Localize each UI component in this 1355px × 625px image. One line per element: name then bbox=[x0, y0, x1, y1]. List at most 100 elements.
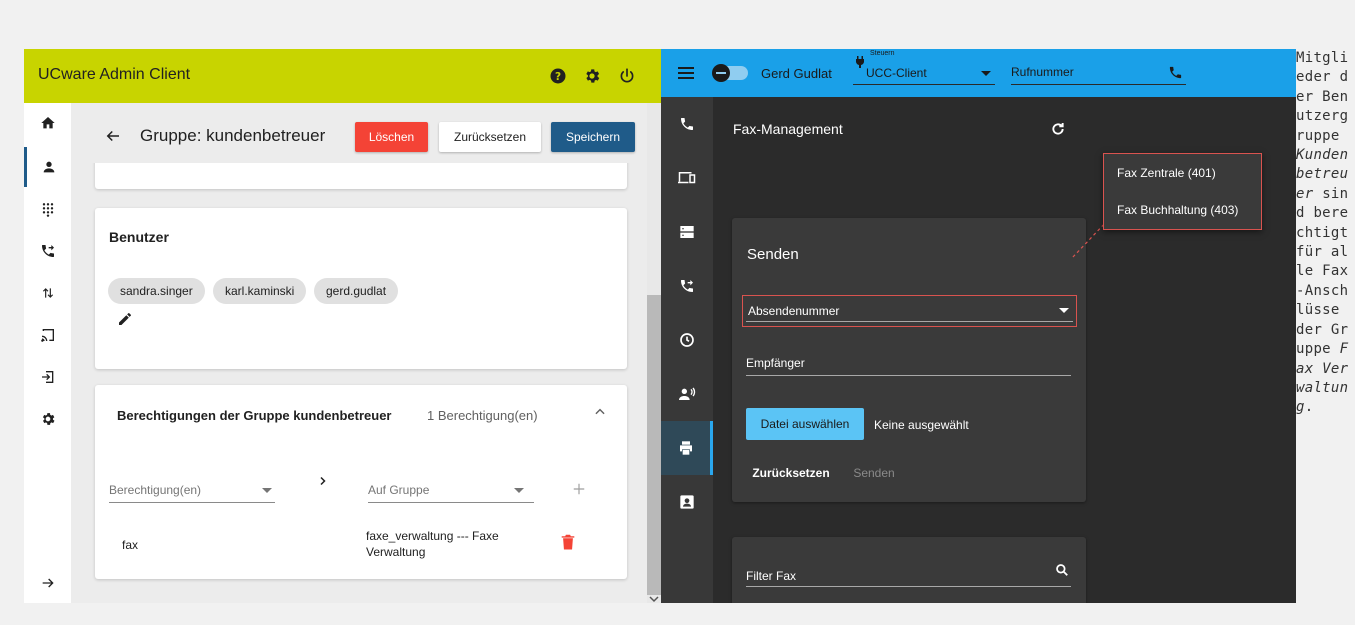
nav-fax[interactable] bbox=[661, 421, 713, 475]
filter-card: Filter Fax bbox=[732, 537, 1086, 603]
permissions-card-title: Berechtigungen der Gruppe kundenbetreuer bbox=[117, 408, 392, 423]
sender-number-dropdown: Fax Zentrale (401) Fax Buchhaltung (403) bbox=[1103, 153, 1262, 230]
caption-before: Mitglieder der Benutzergruppe bbox=[1296, 50, 1349, 144]
menu-button[interactable] bbox=[678, 66, 694, 83]
control-select[interactable]: Steuern UCC-Client bbox=[853, 50, 995, 85]
send-fax-card: Senden Absendenummer Empfänger Datei aus… bbox=[732, 218, 1086, 502]
power-icon[interactable] bbox=[618, 67, 636, 85]
scrollbar[interactable] bbox=[647, 103, 661, 603]
user-chip[interactable]: karl.kaminski bbox=[213, 278, 307, 304]
send-button[interactable]: Senden bbox=[842, 458, 906, 488]
nav-forwarding[interactable] bbox=[661, 259, 713, 313]
delete-permission-button[interactable] bbox=[561, 534, 575, 554]
scrollbar-thumb[interactable] bbox=[647, 295, 661, 595]
user-chip[interactable]: sandra.singer bbox=[108, 278, 205, 304]
dropdown-option[interactable]: Fax Zentrale (401) bbox=[1117, 166, 1216, 180]
chevron-right-icon bbox=[317, 474, 329, 491]
refresh-button[interactable] bbox=[1050, 121, 1066, 140]
reset-button[interactable]: Zurücksetzen bbox=[439, 122, 541, 152]
filter-input[interactable]: Filter Fax bbox=[746, 559, 1071, 587]
chevron-down-icon bbox=[1059, 308, 1069, 313]
nav-devices[interactable] bbox=[24, 315, 71, 355]
ucc-header: Gerd Gudlat Steuern UCC-Client Rufnummer bbox=[661, 49, 1296, 97]
permission-target: faxe_verwaltung --- Faxe Verwaltung bbox=[366, 529, 499, 559]
presence-toggle[interactable] bbox=[712, 64, 748, 82]
nav-dialpad[interactable] bbox=[24, 189, 71, 229]
hamburger-icon bbox=[678, 67, 694, 79]
permission-name: fax bbox=[122, 538, 139, 552]
admin-main-content: Gruppe: kundenbetreuer Löschen Zurückset… bbox=[71, 103, 647, 603]
phone-forward-icon bbox=[41, 245, 54, 257]
control-label: Steuern bbox=[870, 50, 895, 57]
help-icon[interactable]: ? bbox=[549, 67, 567, 85]
delete-button[interactable]: Löschen bbox=[355, 122, 428, 152]
chevron-down-icon bbox=[981, 71, 991, 76]
recipient-input[interactable]: Empfänger bbox=[746, 348, 1071, 376]
users-card-title: Benutzer bbox=[109, 229, 169, 245]
send-card-title: Senden bbox=[747, 246, 799, 263]
nav-transfer[interactable] bbox=[24, 273, 71, 313]
caption-text: Mitglieder der Benutzergruppe Kundenbetr… bbox=[1296, 49, 1355, 603]
app-title: UCware Admin Client bbox=[38, 66, 191, 83]
edit-users-button[interactable] bbox=[117, 311, 133, 330]
home-icon bbox=[40, 117, 55, 129]
admin-client-window: UCware Admin Client ? Gruppe: kundenbetr… bbox=[24, 49, 661, 603]
chevron-down-icon bbox=[514, 488, 524, 493]
permissions-card: Berechtigungen der Gruppe kundenbetreuer… bbox=[95, 385, 627, 579]
clock-icon bbox=[680, 333, 694, 347]
nav-login[interactable] bbox=[24, 357, 71, 397]
nav-contacts[interactable] bbox=[661, 475, 713, 529]
printer-icon bbox=[679, 441, 692, 455]
permission-select-placeholder: Berechtigung(en) bbox=[109, 483, 202, 497]
phone-icon bbox=[1169, 66, 1182, 79]
devices-icon bbox=[678, 172, 696, 184]
scroll-down-icon[interactable] bbox=[649, 591, 659, 603]
section-title: Fax-Management bbox=[733, 121, 843, 137]
call-button[interactable] bbox=[1168, 65, 1183, 83]
control-value: UCC-Client bbox=[866, 66, 927, 80]
nav-voicemail[interactable] bbox=[661, 367, 713, 421]
login-icon bbox=[41, 371, 53, 383]
user-chip[interactable]: gerd.gudlat bbox=[314, 278, 399, 304]
person-icon bbox=[43, 161, 55, 173]
number-placeholder: Rufnummer bbox=[1011, 65, 1074, 79]
phone-icon bbox=[681, 118, 693, 130]
nav-forwarding[interactable] bbox=[24, 231, 71, 271]
ucc-client-window: Gerd Gudlat Steuern UCC-Client Rufnummer bbox=[661, 49, 1296, 603]
sender-number-select[interactable]: Absendenummer bbox=[742, 295, 1077, 327]
number-input[interactable]: Rufnummer bbox=[1011, 57, 1186, 85]
permission-select[interactable]: Berechtigung(en) bbox=[109, 483, 275, 503]
page-title: Gruppe: kundenbetreuer bbox=[140, 126, 326, 145]
cast-icon bbox=[40, 329, 54, 342]
admin-header: UCware Admin Client ? bbox=[24, 49, 661, 103]
recipient-label: Empfänger bbox=[746, 356, 805, 370]
save-button[interactable]: Speichern bbox=[551, 122, 635, 152]
dropdown-option[interactable]: Fax Buchhaltung (403) bbox=[1117, 203, 1238, 217]
group-select[interactable]: Auf Gruppe bbox=[368, 483, 534, 503]
nav-devices[interactable] bbox=[661, 151, 713, 205]
gear-icon[interactable] bbox=[583, 67, 601, 85]
choose-file-button[interactable]: Datei auswählen bbox=[746, 408, 864, 440]
add-permission-button[interactable] bbox=[572, 482, 586, 499]
nav-users[interactable] bbox=[24, 147, 71, 187]
pencil-icon bbox=[119, 313, 131, 325]
file-status: Keine ausgewählt bbox=[874, 418, 969, 432]
svg-text:?: ? bbox=[555, 71, 561, 83]
group-select-placeholder: Auf Gruppe bbox=[368, 483, 430, 497]
filter-label: Filter Fax bbox=[746, 569, 797, 583]
ucc-nav-rail bbox=[661, 97, 713, 603]
nav-history[interactable] bbox=[661, 313, 713, 367]
caption-middle: sind berechtigt für alle Fax-Anschlüsse … bbox=[1296, 185, 1349, 358]
swap-vert-icon bbox=[42, 288, 53, 298]
sender-number-label: Absendenummer bbox=[748, 304, 840, 318]
phone-forward-icon bbox=[681, 280, 693, 292]
nav-settings[interactable] bbox=[24, 399, 71, 439]
nav-expand[interactable] bbox=[24, 563, 71, 603]
dialpad-icon bbox=[42, 203, 53, 217]
nav-home[interactable] bbox=[24, 103, 71, 143]
back-button[interactable] bbox=[104, 127, 122, 148]
nav-storage[interactable] bbox=[661, 205, 713, 259]
nav-calls[interactable] bbox=[661, 97, 713, 151]
collapse-button[interactable] bbox=[593, 405, 607, 422]
reset-button[interactable]: Zurücksetzen bbox=[746, 458, 836, 488]
